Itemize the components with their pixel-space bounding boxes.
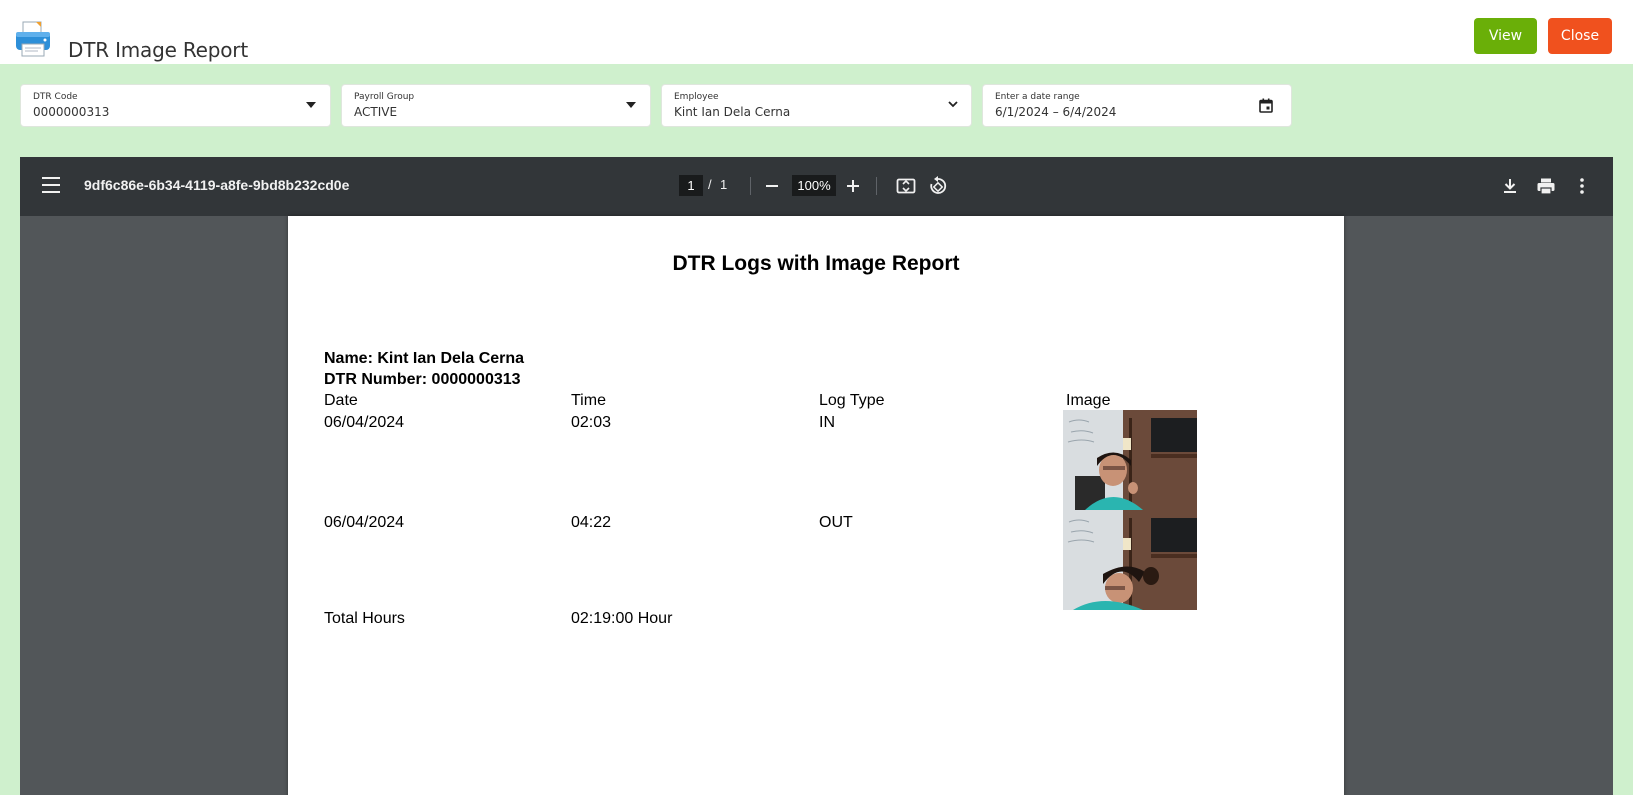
fit-page-icon[interactable] — [896, 176, 916, 196]
page-total: 1 — [720, 177, 728, 192]
page-title: DTR Image Report — [68, 38, 248, 62]
log-date: 06/04/2024 — [324, 414, 405, 431]
payroll-group-value: ACTIVE — [354, 105, 398, 119]
column-header-image: Image — [1066, 392, 1111, 409]
menu-icon[interactable] — [42, 177, 60, 193]
employee-name-line: Name: Kint Ian Dela Cerna — [324, 350, 525, 367]
log-time: 02:03 — [571, 414, 612, 431]
pdf-viewer[interactable]: 9df6c86e-6b34-4119-a8fe-9bd8b232cd0e 1 /… — [20, 157, 1613, 795]
page-number-input[interactable]: 1 — [679, 175, 703, 196]
zoom-in-icon[interactable] — [846, 179, 860, 193]
log-in-photo — [1063, 410, 1197, 510]
pdf-page: DTR Logs with Image Report Name: Kint Ia… — [288, 216, 1344, 795]
zoom-level-input[interactable]: 100% — [792, 175, 836, 196]
chevron-down-icon[interactable] — [947, 98, 959, 110]
payroll-group-select[interactable]: Payroll Group ACTIVE — [341, 84, 651, 127]
close-button[interactable]: Close — [1548, 18, 1612, 54]
rotate-icon[interactable] — [928, 176, 948, 196]
log-out-photo — [1063, 510, 1197, 610]
more-options-icon[interactable] — [1572, 176, 1592, 196]
column-header-log-type: Log Type — [819, 392, 885, 409]
date-range-value: 6/1/2024 – 6/4/2024 — [995, 105, 1117, 119]
view-button[interactable]: View — [1474, 18, 1537, 54]
app-header: DTR Image Report View Close — [0, 0, 1633, 64]
dropdown-arrow-icon[interactable] — [626, 102, 636, 108]
log-time: 04:22 — [571, 514, 612, 531]
dtr-code-value: 0000000313 — [33, 105, 110, 119]
log-date: 06/04/2024 — [324, 514, 405, 531]
print-icon[interactable] — [1536, 176, 1556, 196]
payroll-group-label: Payroll Group — [354, 92, 415, 102]
toolbar-divider — [750, 177, 751, 195]
dtr-code-label: DTR Code — [33, 92, 78, 102]
calendar-icon[interactable] — [1259, 98, 1273, 113]
employee-select[interactable]: Employee Kint Ian Dela Cerna — [661, 84, 972, 127]
pdf-filename: 9df6c86e-6b34-4119-a8fe-9bd8b232cd0e — [84, 177, 350, 193]
column-header-time: Time — [571, 392, 606, 409]
pdf-toolbar: 9df6c86e-6b34-4119-a8fe-9bd8b232cd0e 1 /… — [20, 157, 1613, 216]
total-hours-label: Total Hours — [324, 610, 405, 627]
employee-label: Employee — [674, 92, 719, 102]
toolbar-divider — [876, 177, 877, 195]
column-header-date: Date — [324, 392, 358, 409]
date-range-label: Enter a date range — [995, 92, 1080, 102]
log-type: IN — [819, 414, 835, 431]
dtr-code-select[interactable]: DTR Code 0000000313 — [20, 84, 331, 127]
printer-icon — [16, 21, 50, 57]
employee-value: Kint Ian Dela Cerna — [674, 105, 791, 119]
dropdown-arrow-icon[interactable] — [306, 102, 316, 108]
page-separator: / — [708, 177, 712, 192]
zoom-out-icon[interactable] — [766, 185, 778, 187]
dtr-number-line: DTR Number: 0000000313 — [324, 371, 521, 388]
report-title: DTR Logs with Image Report — [672, 252, 960, 275]
download-icon[interactable] — [1500, 176, 1520, 196]
total-hours-value: 02:19:00 Hour — [571, 610, 673, 627]
log-type: OUT — [819, 514, 853, 531]
date-range-input[interactable]: Enter a date range 6/1/2024 – 6/4/2024 — [982, 84, 1292, 127]
